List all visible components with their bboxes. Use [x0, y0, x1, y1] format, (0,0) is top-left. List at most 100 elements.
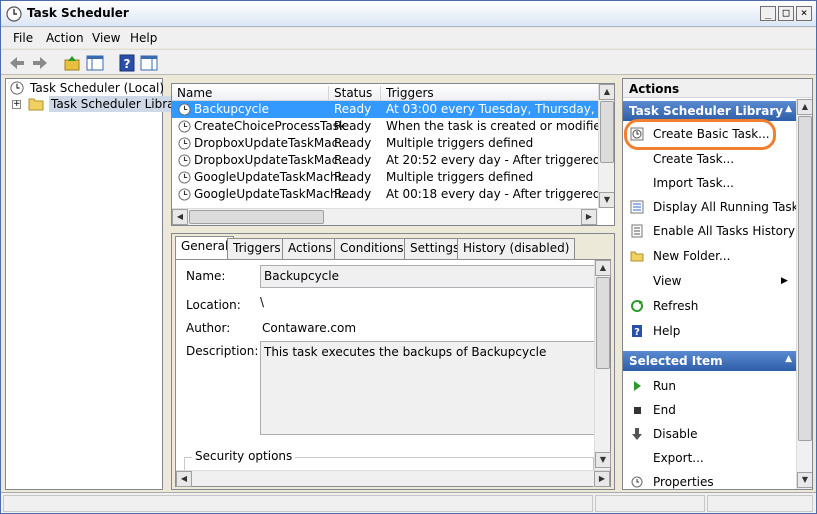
create-basic-task-icon: [630, 127, 644, 141]
scroll-up-button[interactable]: ▲: [797, 99, 812, 115]
show-hide-action-pane-icon[interactable]: [139, 53, 159, 73]
scroll-thumb[interactable]: [189, 210, 324, 224]
menu-action[interactable]: Action: [46, 31, 84, 45]
scroll-right-button[interactable]: ▶: [594, 471, 610, 487]
tab-conditions[interactable]: Conditions: [334, 238, 410, 259]
maximize-button[interactable]: □: [778, 6, 794, 21]
menu-help[interactable]: Help: [130, 31, 157, 45]
menu-view[interactable]: View: [92, 31, 120, 45]
scroll-down-button[interactable]: ▼: [797, 472, 812, 488]
create-basic-task-button[interactable]: Create Basic Task...: [623, 123, 796, 145]
status-bar: [1, 492, 816, 513]
forward-arrow-icon[interactable]: [30, 53, 50, 73]
help-button[interactable]: ? Help: [623, 320, 796, 342]
column-header-triggers[interactable]: Triggers: [381, 86, 598, 101]
svg-text:?: ?: [634, 327, 640, 338]
scroll-up-button[interactable]: ▲: [599, 84, 614, 100]
status-segment: [3, 495, 593, 512]
end-button[interactable]: End: [623, 399, 796, 421]
action-label: Create Basic Task...: [653, 127, 770, 141]
column-header-status[interactable]: Status: [329, 86, 381, 101]
tab-general[interactable]: General: [175, 236, 235, 260]
scroll-down-button[interactable]: ▼: [599, 192, 614, 208]
list-vertical-scrollbar[interactable]: ▲ ▼: [598, 84, 614, 208]
action-label: Properties: [653, 475, 714, 489]
enable-tasks-history-button[interactable]: Enable All Tasks History: [623, 220, 796, 242]
tab-actions[interactable]: Actions: [282, 238, 338, 259]
table-row[interactable]: DropboxUpdateTaskMac... Ready Multiple tri…: [172, 135, 598, 152]
help-icon[interactable]: ?: [117, 53, 137, 73]
scroll-right-button[interactable]: ▶: [581, 209, 597, 225]
scroll-left-button[interactable]: ◀: [172, 209, 188, 225]
export-button[interactable]: Export...: [623, 447, 796, 469]
show-hide-console-tree-icon[interactable]: [85, 53, 105, 73]
scroll-up-button[interactable]: ▲: [595, 260, 611, 276]
list-header: Name Status Triggers: [172, 84, 598, 101]
task-status: Ready: [334, 170, 372, 184]
location-value: \: [260, 295, 265, 309]
task-status: Ready: [334, 187, 372, 201]
disable-button[interactable]: Disable: [623, 423, 796, 445]
minimize-button[interactable]: _: [760, 6, 776, 21]
task-clock-icon: [178, 137, 191, 150]
toolbar: ?: [1, 49, 816, 75]
scroll-down-button[interactable]: ▼: [595, 452, 611, 468]
new-folder-button[interactable]: New Folder...: [623, 245, 796, 267]
import-task-button[interactable]: Import Task...: [623, 172, 796, 194]
table-row[interactable]: DropboxUpdateTaskMac... Ready At 20:52 eve…: [172, 152, 598, 169]
collapse-arrow-icon[interactable]: ▲: [785, 354, 792, 364]
description-field[interactable]: This task executes the backups of Backup…: [260, 341, 598, 435]
svg-text:?: ?: [124, 57, 131, 71]
details-vertical-scrollbar[interactable]: ▲ ▼: [594, 260, 611, 470]
scroll-left-button[interactable]: ◀: [176, 471, 192, 487]
column-header-name[interactable]: Name: [172, 86, 329, 101]
close-button[interactable]: ×: [796, 6, 812, 21]
task-trigger: At 20:52 every day - After triggered, re…: [386, 153, 598, 167]
task-status: Ready: [334, 119, 372, 133]
table-row[interactable]: GoogleUpdateTaskMachi... Ready At 00:18 ev…: [172, 186, 598, 203]
tree-label: Task Scheduler (Local): [30, 81, 165, 95]
scroll-thumb[interactable]: [600, 101, 614, 163]
task-clock-icon: [178, 120, 191, 133]
table-row[interactable]: CreateChoiceProcessTask Ready When the tas…: [172, 118, 598, 135]
location-label: Location:: [186, 298, 241, 312]
menu-file[interactable]: File: [13, 31, 33, 45]
task-clock-icon: [178, 171, 191, 184]
display-running-tasks-button[interactable]: Display All Running Tasks: [623, 196, 805, 218]
author-label: Author:: [186, 321, 231, 335]
refresh-button[interactable]: Refresh: [623, 295, 796, 317]
details-horizontal-scrollbar[interactable]: ◀ ▶: [176, 470, 610, 487]
table-row[interactable]: Backupcycle Ready At 03:00 every Tuesday, …: [172, 101, 598, 118]
task-trigger: When the task is created or modified: [386, 119, 598, 133]
collapse-arrow-icon[interactable]: ▲: [785, 104, 792, 114]
section-title: Selected Item: [629, 354, 723, 368]
list-horizontal-scrollbar[interactable]: ◀ ▶: [172, 208, 598, 225]
section-task-scheduler-library[interactable]: Task Scheduler Library ▲: [623, 101, 796, 121]
tab-triggers[interactable]: Triggers: [227, 238, 287, 259]
task-status: Ready: [334, 102, 372, 116]
general-tab-content: Name: Backupcycle Location: \ Author: Co…: [175, 259, 611, 487]
up-folder-icon[interactable]: [62, 53, 82, 73]
run-button[interactable]: Run: [623, 375, 796, 397]
task-name: GoogleUpdateTaskMachi...: [194, 170, 353, 184]
scroll-thumb[interactable]: [798, 116, 812, 441]
console-tree: Task Scheduler (Local) + Task Scheduler …: [5, 78, 189, 490]
properties-button[interactable]: Properties: [623, 471, 796, 489]
section-selected-item[interactable]: Selected Item ▲: [623, 351, 796, 371]
clock-icon: [6, 6, 22, 22]
create-task-button[interactable]: Create Task...: [623, 148, 796, 170]
view-menu-button[interactable]: View ▶: [623, 270, 796, 292]
task-name: GoogleUpdateTaskMachi...: [194, 187, 353, 201]
action-label: Disable: [653, 427, 698, 441]
back-arrow-icon[interactable]: [7, 53, 27, 73]
action-label: Run: [653, 379, 677, 393]
name-field[interactable]: Backupcycle: [260, 265, 598, 288]
tasks-history-icon: [631, 224, 643, 238]
scroll-thumb[interactable]: [596, 277, 610, 369]
actions-vertical-scrollbar[interactable]: ▲ ▼: [796, 99, 812, 489]
tree-item-task-scheduler-library[interactable]: + Task Scheduler Library: [12, 96, 189, 112]
table-row[interactable]: GoogleUpdateTaskMachi... Ready Multiple tr…: [172, 169, 598, 186]
expand-toggle[interactable]: +: [12, 100, 21, 109]
task-name: DropboxUpdateTaskMac...: [194, 136, 350, 150]
tab-history[interactable]: History (disabled): [457, 238, 576, 259]
